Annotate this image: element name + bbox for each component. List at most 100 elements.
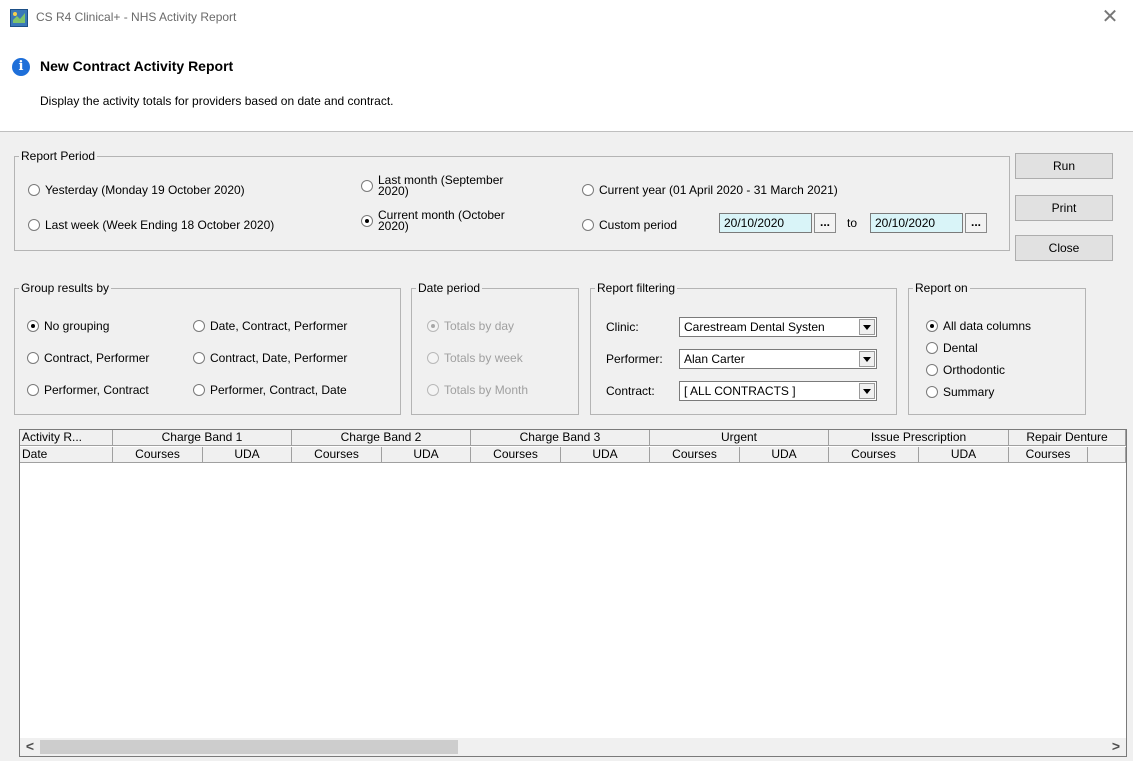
column-header-uda[interactable]: UDA (382, 447, 471, 463)
radio-dot (427, 352, 439, 364)
group-header-row: Activity R... Charge Band 1 Charge Band … (20, 430, 1126, 446)
radio-label: Last month (September 2020) (378, 173, 504, 198)
column-header-uda[interactable]: UDA (740, 447, 829, 463)
scroll-right-icon[interactable]: > (1108, 739, 1124, 755)
performer-label: Performer: (606, 352, 663, 366)
group-header-repair-denture[interactable]: Repair Denture (1009, 430, 1126, 446)
radio-current-month[interactable]: Current month (October 2020) (361, 208, 505, 233)
column-header-courses[interactable]: Courses (650, 447, 740, 463)
radio-dot (193, 384, 205, 396)
to-date-field[interactable]: 20/10/2020 (870, 213, 963, 233)
contract-label: Contract: (606, 384, 655, 398)
column-header-courses[interactable]: Courses (829, 447, 919, 463)
radio-orthodontic[interactable]: Orthodontic (926, 363, 1005, 377)
radio-totals-by-month[interactable]: Totals by Month (427, 383, 528, 397)
print-button[interactable]: Print (1015, 195, 1113, 221)
radio-performer-contract-date[interactable]: Performer, Contract, Date (193, 383, 347, 397)
radio-custom-period[interactable]: Custom period (582, 218, 677, 232)
info-icon: i (12, 58, 30, 76)
performer-value: Alan Carter (684, 352, 745, 366)
group-header-charge-band-1[interactable]: Charge Band 1 (113, 430, 292, 446)
radio-dot (582, 219, 594, 231)
radio-label: Performer, Contract, Date (210, 383, 347, 397)
performer-dropdown[interactable]: Alan Carter (679, 349, 877, 369)
close-window-button[interactable]: ✕ (1097, 6, 1123, 30)
radio-current-year[interactable]: Current year (01 April 2020 - 31 March 2… (582, 183, 838, 197)
radio-dot-selected (361, 215, 373, 227)
radio-label: Current year (01 April 2020 - 31 March 2… (599, 183, 838, 197)
radio-last-week[interactable]: Last week (Week Ending 18 October 2020) (28, 218, 274, 232)
column-header-courses[interactable]: Courses (292, 447, 382, 463)
radio-label: Date, Contract, Performer (210, 319, 348, 333)
column-header-uda[interactable]: UDA (203, 447, 292, 463)
close-button[interactable]: Close (1015, 235, 1113, 261)
radio-label: Current month (October 2020) (378, 208, 505, 233)
contract-dropdown[interactable]: [ ALL CONTRACTS ] (679, 381, 877, 401)
radio-label: Totals by day (444, 319, 515, 333)
column-header-row: Date Courses UDA Courses UDA Courses UDA… (20, 447, 1126, 463)
column-header-courses[interactable]: Courses (1009, 447, 1088, 463)
radio-dental[interactable]: Dental (926, 341, 978, 355)
scroll-left-icon[interactable]: < (22, 739, 38, 755)
radio-contract-date-performer[interactable]: Contract, Date, Performer (193, 351, 347, 365)
group-header-issue-prescription[interactable]: Issue Prescription (829, 430, 1009, 446)
group-header-urgent[interactable]: Urgent (650, 430, 829, 446)
radio-all-data-columns[interactable]: All data columns (926, 319, 1031, 333)
radio-totals-by-week[interactable]: Totals by week (427, 351, 523, 365)
to-label: to (847, 216, 858, 230)
to-date-picker-button[interactable]: ... (965, 213, 987, 233)
radio-dot (193, 352, 205, 364)
group-header-charge-band-3[interactable]: Charge Band 3 (471, 430, 650, 446)
horizontal-scrollbar[interactable]: < > (20, 738, 1126, 756)
activity-grid[interactable]: Activity R... Charge Band 1 Charge Band … (19, 429, 1127, 757)
title-bar: CS R4 Clinical+ - NHS Activity Report ✕ (0, 0, 1133, 36)
radio-dot-selected (27, 320, 39, 332)
from-date-picker-button[interactable]: ... (814, 213, 836, 233)
contract-value: [ ALL CONTRACTS ] (684, 384, 796, 398)
radio-label: Last week (Week Ending 18 October 2020) (45, 218, 275, 232)
group-results-group: Group results by No grouping Date, Contr… (14, 281, 401, 415)
date-period-group: Date period Totals by day Totals by week… (411, 281, 579, 415)
dialog-header: i New Contract Activity Report Display t… (0, 36, 1133, 130)
radio-dot (193, 320, 205, 332)
radio-dot (27, 384, 39, 396)
close-icon: ✕ (1101, 6, 1119, 28)
radio-performer-contract[interactable]: Performer, Contract (27, 383, 149, 397)
page-subtitle: Display the activity totals for provider… (40, 94, 394, 108)
radio-label: Dental (943, 341, 978, 355)
radio-totals-by-day[interactable]: Totals by day (427, 319, 514, 333)
radio-dot (926, 386, 938, 398)
radio-dot (427, 384, 439, 396)
column-header-courses[interactable]: Courses (471, 447, 561, 463)
scrollbar-thumb[interactable] (40, 740, 458, 754)
radio-label: Orthodontic (943, 363, 1006, 377)
radio-last-month[interactable]: Last month (September 2020) (361, 173, 504, 198)
column-header-uda[interactable]: UDA (919, 447, 1009, 463)
radio-no-grouping[interactable]: No grouping (27, 319, 109, 333)
radio-label: Contract, Date, Performer (210, 351, 348, 365)
radio-label: Performer, Contract (44, 383, 149, 397)
report-period-group: Report Period Yesterday (Monday 19 Octob… (14, 149, 1010, 251)
radio-date-contract-performer[interactable]: Date, Contract, Performer (193, 319, 347, 333)
run-button[interactable]: Run (1015, 153, 1113, 179)
radio-contract-performer[interactable]: Contract, Performer (27, 351, 149, 365)
radio-dot (27, 352, 39, 364)
app-icon (10, 9, 28, 27)
report-on-legend: Report on (915, 281, 968, 295)
radio-summary[interactable]: Summary (926, 385, 994, 399)
column-header-uda[interactable]: UDA (561, 447, 650, 463)
column-header-date[interactable]: Date (20, 447, 113, 463)
radio-dot (926, 342, 938, 354)
column-header-courses[interactable]: Courses (113, 447, 203, 463)
column-header-blank[interactable] (1088, 447, 1126, 463)
group-header-activity[interactable]: Activity R... (20, 430, 113, 446)
radio-label: Summary (943, 385, 995, 399)
radio-dot (361, 180, 373, 192)
from-date-field[interactable]: 20/10/2020 (719, 213, 812, 233)
radio-dot-selected (427, 320, 439, 332)
radio-yesterday[interactable]: Yesterday (Monday 19 October 2020) (28, 183, 245, 197)
group-header-charge-band-2[interactable]: Charge Band 2 (292, 430, 471, 446)
clinic-dropdown[interactable]: Carestream Dental Systen (679, 317, 877, 337)
radio-label: All data columns (943, 319, 1032, 333)
radio-dot-selected (926, 320, 938, 332)
